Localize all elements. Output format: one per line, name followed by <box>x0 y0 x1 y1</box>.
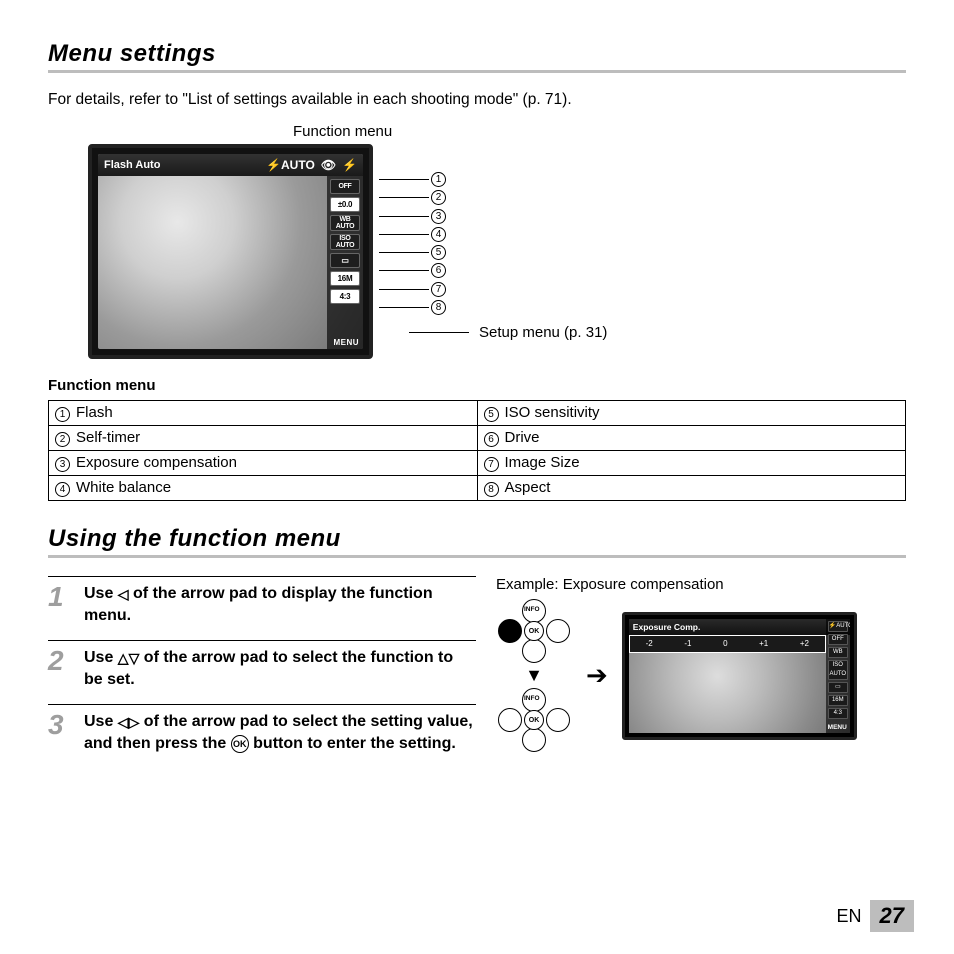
lcd-right-strip: OFF ±0.0 WB AUTO ISO AUTO ▭ 16M 4:3 <box>327 176 363 349</box>
flash-icon: ⚡ <box>342 158 357 172</box>
page-footer: EN 27 <box>837 900 915 932</box>
ok-center: OK <box>524 621 544 641</box>
fm-wb: White balance <box>76 479 171 496</box>
intro-text: For details, refer to "List of settings … <box>48 91 906 109</box>
example-column: Example: Exposure compensation OK INFO ▼… <box>496 576 906 769</box>
left-right-arrow-icon: ◁▷ <box>118 715 140 729</box>
lcd-diagram: Flash Auto ⚡AUTO 👁 ⚡ OFF ±0.0 WB AUTO IS… <box>48 144 906 359</box>
arrow-pad-bottom: OK INFO <box>496 692 572 748</box>
mini-title: Exposure Comp. <box>633 622 701 632</box>
example-title: Example: Exposure compensation <box>496 576 906 593</box>
flash-auto-icon: ⚡AUTO <box>266 158 315 172</box>
exposure-scale: -2 -1 0 +1 +2 <box>629 635 826 653</box>
camera-lcd-main: Flash Auto ⚡AUTO 👁 ⚡ OFF ±0.0 WB AUTO IS… <box>88 144 373 359</box>
step-1: 1 Use ◁ of the arrow pad to display the … <box>48 576 476 626</box>
setup-menu-label: Setup menu (p. 31) <box>409 324 607 341</box>
callout-8: 8 <box>431 300 446 315</box>
chip-size: 16M <box>330 271 360 286</box>
steps-column: 1 Use ◁ of the arrow pad to display the … <box>48 576 476 769</box>
info-label: INFO <box>524 606 540 613</box>
arrow-pad-top: OK INFO <box>496 603 572 659</box>
chip-exposure: ±0.0 <box>330 197 360 212</box>
down-arrow-icon: ▼ <box>525 665 543 686</box>
function-menu-label-top: Function menu <box>293 123 906 140</box>
fm-selftimer: Self-timer <box>76 429 140 446</box>
fm-imagesize: Image Size <box>505 454 580 471</box>
mini-right-strip: ⚡AUTO OFF WB ISO AUTO ▭ 16M 4:3 <box>826 619 850 733</box>
step-number-1: 1 <box>48 583 78 626</box>
fm-iso: ISO sensitivity <box>505 404 600 421</box>
step-3: 3 Use ◁▷ of the arrow pad to select the … <box>48 704 476 754</box>
fm-flash: Flash <box>76 404 113 421</box>
callout-numbers: 1 2 3 4 5 6 7 8 Setup menu (p. 31) <box>379 172 607 341</box>
left-arrow-icon: ◁ <box>118 587 129 601</box>
callout-1: 1 <box>431 172 446 187</box>
chip-aspect: 4:3 <box>330 289 360 304</box>
step-2: 2 Use △▽ of the arrow pad to select the … <box>48 640 476 690</box>
chip-wb: WB AUTO <box>330 215 360 231</box>
callout-5: 5 <box>431 245 446 260</box>
fm-aspect: Aspect <box>505 479 551 496</box>
lcd-menu-label: MENU <box>333 338 359 347</box>
fm-drive: Drive <box>505 429 540 446</box>
callout-7: 7 <box>431 282 446 297</box>
chip-drive: ▭ <box>330 253 360 268</box>
section-title-using-function: Using the function menu <box>48 525 906 558</box>
callout-6: 6 <box>431 263 446 278</box>
section-title-menu-settings: Menu settings <box>48 40 906 73</box>
mini-menu-label: MENU <box>828 724 847 731</box>
fm-exposure: Exposure compensation <box>76 454 237 471</box>
right-arrow-icon: ➔ <box>586 660 608 691</box>
ok-button-icon: OK <box>231 735 249 753</box>
step-number-2: 2 <box>48 647 78 690</box>
footer-lang: EN <box>837 906 862 927</box>
chip-off: OFF <box>330 179 360 194</box>
footer-page: 27 <box>870 900 914 932</box>
callout-3: 3 <box>431 209 446 224</box>
callout-2: 2 <box>431 190 446 205</box>
redeye-icon: 👁 <box>321 158 336 172</box>
callout-4: 4 <box>431 227 446 242</box>
lcd-title: Flash Auto <box>104 159 160 171</box>
up-down-arrow-icon: △▽ <box>118 651 140 665</box>
step-number-3: 3 <box>48 711 78 754</box>
function-menu-table: 1Flash 5ISO sensitivity 2Self-timer 6Dri… <box>48 400 906 501</box>
camera-lcd-mini: Exposure Comp. ±0.0 -2 -1 0 +1 +2 ⚡AUTO … <box>622 612 857 740</box>
function-menu-header: Function menu <box>48 377 906 394</box>
chip-iso: ISO AUTO <box>330 234 360 250</box>
